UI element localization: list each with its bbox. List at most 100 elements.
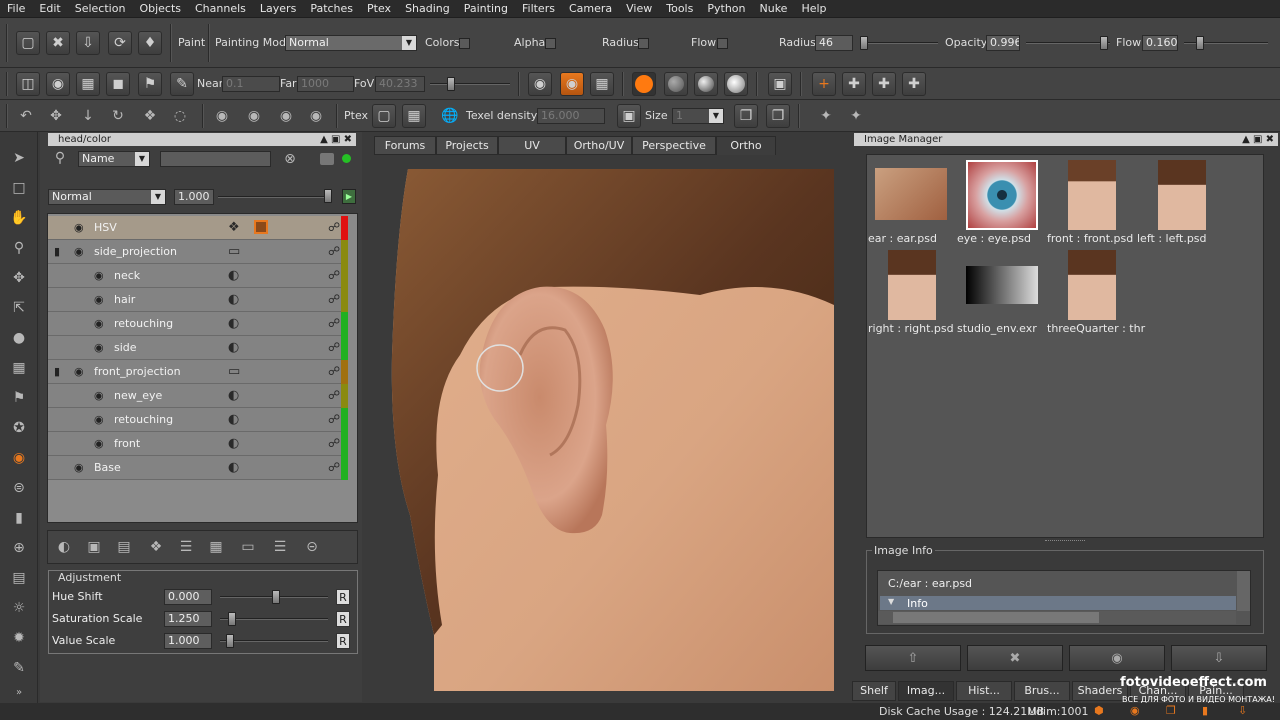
- scale-tool-icon[interactable]: ⇱: [9, 298, 29, 318]
- target-icon[interactable]: ◉: [1130, 704, 1140, 717]
- menu-channels[interactable]: Channels: [188, 2, 253, 15]
- view-stack-icon[interactable]: ◉: [276, 106, 296, 126]
- hue-shift-input[interactable]: 0.000: [164, 589, 212, 605]
- horizontal-scroll-thumb[interactable]: [893, 612, 1099, 623]
- lock-icon[interactable]: ☍: [328, 268, 340, 282]
- vertical-scrollbar[interactable]: [1237, 571, 1250, 611]
- colors-checkbox[interactable]: [459, 38, 470, 49]
- tab-ortho-uv[interactable]: Ortho/UV: [566, 136, 632, 155]
- head-view-icon[interactable]: ◉: [528, 72, 552, 96]
- eye-icon[interactable]: ◉: [94, 413, 104, 426]
- lock-icon[interactable]: ☍: [328, 460, 340, 474]
- gray-sphere-icon[interactable]: [664, 72, 688, 96]
- view-layers-icon[interactable]: ◉: [244, 106, 264, 126]
- pin-icon[interactable]: ✪: [9, 418, 29, 438]
- right-thumbnail[interactable]: [888, 250, 936, 320]
- view-gear-icon[interactable]: ◉: [306, 106, 326, 126]
- layer-opacity-input[interactable]: 1.000: [174, 189, 214, 205]
- eye-icon[interactable]: ◉: [74, 245, 84, 258]
- undo-icon[interactable]: ↶: [16, 106, 36, 126]
- drop-icon[interactable]: ●: [9, 328, 29, 348]
- panel-controls-icon[interactable]: ▲ ▣ ✖: [1242, 133, 1274, 146]
- ptex-edit-icon[interactable]: ▢: [372, 104, 396, 128]
- new-file-icon[interactable]: ▢: [16, 31, 40, 55]
- lock-icon[interactable]: ☍: [328, 316, 340, 330]
- flow-checkbox[interactable]: [717, 38, 728, 49]
- ptex-resize-icon[interactable]: ▦: [402, 104, 426, 128]
- layer-row[interactable]: ◉ neck ◐ ☍: [48, 264, 348, 288]
- hue-shift-handle[interactable]: [272, 590, 280, 604]
- eye-icon[interactable]: ◉: [74, 461, 84, 474]
- delete-layer-icon[interactable]: ⊝: [302, 537, 322, 557]
- saturation-scale-input[interactable]: 1.250: [164, 611, 212, 627]
- marquee-select-icon[interactable]: □: [9, 178, 29, 198]
- gradient-icon[interactable]: ▤: [9, 568, 29, 588]
- download-status-icon[interactable]: ⇩: [1238, 704, 1247, 717]
- layer-search-input[interactable]: [160, 151, 271, 167]
- tab-projects[interactable]: Projects: [436, 136, 498, 155]
- menu-python[interactable]: Python: [700, 2, 752, 15]
- eye-icon[interactable]: ◉: [74, 221, 84, 234]
- list-icon[interactable]: ☰: [270, 537, 290, 557]
- lock-icon[interactable]: ☍: [328, 292, 340, 306]
- select-arrow-icon[interactable]: ➤: [9, 148, 29, 168]
- folder-icon[interactable]: ▮: [54, 245, 60, 258]
- lock-icon[interactable]: ☍: [328, 412, 340, 426]
- down-arrow-icon[interactable]: ↓: [78, 106, 98, 126]
- lock-icon[interactable]: ☍: [328, 388, 340, 402]
- tab-shelf[interactable]: Shelf: [852, 681, 896, 701]
- rotate-icon[interactable]: ↻: [108, 106, 128, 126]
- three-quarter-thumbnail[interactable]: [1068, 250, 1116, 320]
- layer-row[interactable]: ◉ hair ◐ ☍: [48, 288, 348, 312]
- opacity-input[interactable]: 0.996: [986, 35, 1020, 51]
- move-tool-icon[interactable]: ✥: [9, 268, 29, 288]
- add-layer-icon[interactable]: ▣: [84, 537, 104, 557]
- tab-history[interactable]: Hist...: [956, 681, 1012, 701]
- saturation-scale-reset-button[interactable]: R: [336, 611, 350, 627]
- view-image-icon[interactable]: ◉: [1069, 645, 1165, 671]
- near-input[interactable]: 0.1: [222, 76, 280, 92]
- value-scale-reset-button[interactable]: R: [336, 633, 350, 649]
- layer-opacity-slider[interactable]: [218, 196, 330, 198]
- eyedropper-icon[interactable]: ✎: [9, 658, 29, 678]
- expand-icon[interactable]: ▼: [888, 597, 894, 606]
- value-scale-slider[interactable]: [220, 640, 328, 642]
- copy-icon[interactable]: ❐: [734, 104, 758, 128]
- shape-icon[interactable]: ◼: [106, 72, 130, 96]
- splitter-handle[interactable]: [1045, 540, 1085, 543]
- tab-uv[interactable]: UV: [498, 136, 566, 155]
- align-h-icon[interactable]: ✚: [842, 72, 866, 96]
- layer-row[interactable]: ▮ ◉ front_projection ▭ ☍: [48, 360, 348, 384]
- align-grid-icon[interactable]: ✚: [902, 72, 926, 96]
- eye-icon[interactable]: ◉: [94, 437, 104, 450]
- opacity-slider[interactable]: [1026, 42, 1110, 44]
- alpha-checkbox[interactable]: [545, 38, 556, 49]
- eye-thumbnail[interactable]: [966, 160, 1038, 230]
- radius-input[interactable]: 46: [815, 35, 853, 51]
- menu-nuke[interactable]: Nuke: [753, 2, 795, 15]
- toggle-icon[interactable]: [320, 153, 334, 165]
- layer-row[interactable]: ◉ front ◐ ☍: [48, 432, 348, 456]
- value-scale-handle[interactable]: [226, 634, 234, 648]
- eraser-icon[interactable]: ▮: [9, 508, 29, 528]
- fov-slider[interactable]: [430, 83, 510, 85]
- expand-more-icon[interactable]: »: [9, 682, 29, 702]
- eye-icon[interactable]: ◉: [94, 317, 104, 330]
- zoom-icon[interactable]: ⚲: [9, 238, 29, 258]
- menu-tools[interactable]: Tools: [659, 2, 700, 15]
- studio-env-thumbnail[interactable]: [966, 266, 1038, 304]
- sparkle-icon[interactable]: ✹: [9, 628, 29, 648]
- frame-icon[interactable]: ▣: [768, 72, 792, 96]
- flow-input[interactable]: 0.160: [1142, 35, 1178, 51]
- save-icon[interactable]: ⇩: [76, 31, 100, 55]
- apply-icon[interactable]: ▶: [342, 189, 356, 204]
- add-group-icon[interactable]: ▭: [238, 537, 258, 557]
- flow-slider-handle[interactable]: [1196, 36, 1204, 50]
- view-eye-icon[interactable]: ◉: [212, 106, 232, 126]
- radius-checkbox[interactable]: [638, 38, 649, 49]
- eye-camera-icon[interactable]: ◉: [46, 72, 70, 96]
- flat-shading-icon[interactable]: [632, 72, 656, 96]
- layer-row[interactable]: ▮ ◉ side_projection ▭ ☍: [48, 240, 348, 264]
- layer-opacity-handle[interactable]: [324, 189, 332, 203]
- layer-row[interactable]: ◉ side ◐ ☍: [48, 336, 348, 360]
